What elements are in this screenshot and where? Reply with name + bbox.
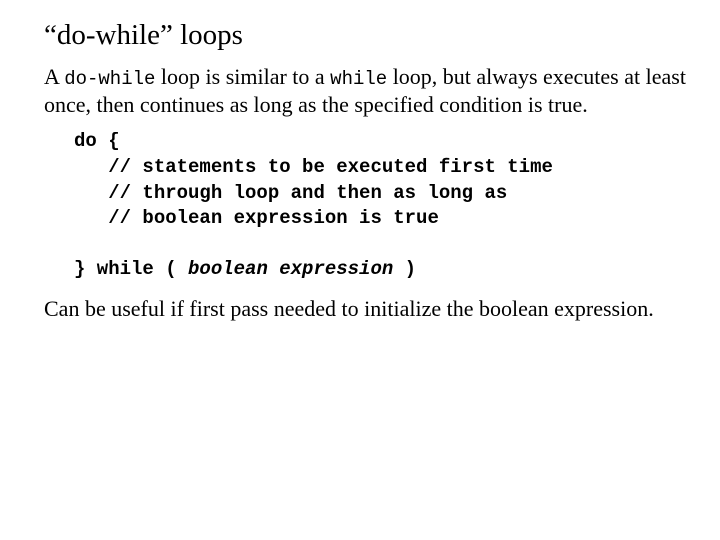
code-block: do { // statements to be executed first … bbox=[74, 129, 686, 283]
slide: “do-while” loops A do-while loop is simi… bbox=[0, 0, 720, 353]
code-inline-while: while bbox=[330, 68, 387, 90]
code-line: // boolean expression is true bbox=[74, 207, 439, 229]
code-line: ) bbox=[393, 258, 416, 280]
code-line: // through loop and then as long as bbox=[74, 182, 507, 204]
closing-paragraph: Can be useful if first pass needed to in… bbox=[44, 295, 686, 323]
intro-paragraph: A do-while loop is similar to a while lo… bbox=[44, 63, 686, 119]
slide-title: “do-while” loops bbox=[44, 18, 686, 53]
text-run: A bbox=[44, 64, 64, 89]
code-italic: boolean expression bbox=[188, 258, 393, 280]
text-run: loop is similar to a bbox=[155, 64, 330, 89]
code-line: } while ( bbox=[74, 258, 188, 280]
code-line: do { bbox=[74, 130, 120, 152]
code-line: // statements to be executed first time bbox=[74, 156, 553, 178]
code-inline-do-while: do-while bbox=[64, 68, 155, 90]
